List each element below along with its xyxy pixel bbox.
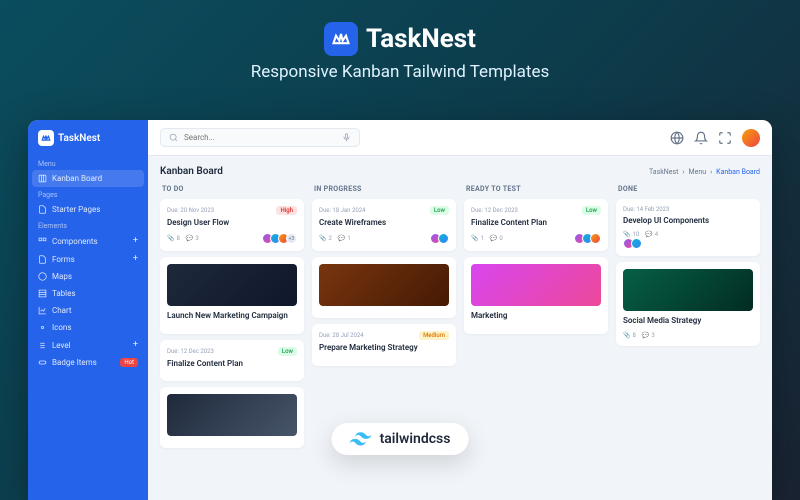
comment-icon: 💬1 — [338, 235, 351, 242]
kanban-card[interactable]: Due: 28 Jul 2024Medium Prepare Marketing… — [312, 324, 456, 365]
column-ready: READY TO TEST Due: 12 Dec 2023Low Finali… — [464, 185, 608, 454]
priority-badge: Low — [582, 206, 601, 215]
kanban-card[interactable]: Due: 12 Dec 2023Low Finalize Content Pla… — [464, 199, 608, 251]
tailwind-icon — [350, 432, 372, 446]
page-header: Kanban Board TaskNest› Menu› Kanban Boar… — [160, 166, 760, 177]
priority-badge: Low — [430, 206, 449, 215]
priority-badge: Medium — [419, 331, 449, 340]
card-image — [623, 269, 753, 311]
globe-icon[interactable] — [670, 131, 684, 145]
kanban-card[interactable]: Due: 14 Feb 2023 Develop UI Components 📎… — [616, 199, 760, 256]
card-image — [167, 394, 297, 436]
sidebar-section-pages: Pages — [28, 187, 148, 201]
search-box[interactable] — [160, 128, 360, 147]
sidebar-item-chart[interactable]: Chart — [28, 302, 148, 319]
comment-icon: 💬0 — [490, 235, 503, 242]
kanban-card[interactable]: Due: 18 Jan 2024Low Create Wireframes 📎2… — [312, 199, 456, 251]
comment-icon: 💬4 — [645, 231, 658, 238]
assignees — [623, 238, 658, 249]
kanban-board: TO DO Due: 20 Nov 2023High Design User F… — [160, 185, 760, 454]
column-todo: TO DO Due: 20 Nov 2023High Design User F… — [160, 185, 304, 454]
card-image — [319, 264, 449, 306]
sidebar: TaskNest Menu Kanban Board Pages Starter… — [28, 120, 148, 500]
attachment-icon: 📎8 — [167, 235, 180, 242]
search-input[interactable] — [184, 133, 336, 142]
sidebar-section-menu: Menu — [28, 156, 148, 170]
column-progress: IN PROGRESS Due: 18 Jan 2024Low Create W… — [312, 185, 456, 454]
card-image — [471, 264, 601, 306]
expand-icon: + — [133, 254, 138, 264]
bell-icon[interactable] — [694, 131, 708, 145]
page-title: Kanban Board — [160, 166, 223, 177]
tailwind-label: tailwindcss — [380, 431, 451, 447]
sidebar-item-maps[interactable]: Maps — [28, 268, 148, 285]
sidebar-item-forms[interactable]: Forms+ — [28, 250, 148, 268]
expand-icon: + — [133, 236, 138, 246]
expand-icon: + — [133, 340, 138, 350]
kanban-card[interactable]: Social Media Strategy 📎8💬3 — [616, 262, 760, 345]
sidebar-logo[interactable]: TaskNest — [28, 130, 148, 156]
kanban-card[interactable]: Launch New Marketing Campaign — [160, 257, 304, 333]
sidebar-item-kanban[interactable]: Kanban Board — [32, 170, 144, 187]
column-header: DONE — [616, 185, 760, 193]
comment-icon: 💬3 — [642, 332, 655, 339]
user-avatar[interactable] — [742, 129, 760, 147]
sidebar-item-tables[interactable]: Tables — [28, 285, 148, 302]
attachment-icon: 📎1 — [471, 235, 484, 242]
hero-subtitle: Responsive Kanban Tailwind Templates — [0, 62, 800, 82]
hero-logo: TaskNest — [324, 22, 476, 56]
kanban-card[interactable]: Due: 12 Dec 2023Low Finalize Content Pla… — [160, 340, 304, 381]
sidebar-item-icons[interactable]: Icons — [28, 319, 148, 336]
hero-title: TaskNest — [366, 24, 476, 54]
topbar — [148, 120, 772, 156]
sidebar-section-elements: Elements — [28, 218, 148, 232]
attachment-icon: 📎8 — [623, 332, 636, 339]
attachment-icon: 📎10 — [623, 231, 639, 238]
crown-icon — [324, 22, 358, 56]
priority-badge: High — [276, 206, 297, 215]
comment-icon: 💬3 — [186, 235, 199, 242]
sidebar-item-starter[interactable]: Starter Pages — [28, 201, 148, 218]
sidebar-item-badge[interactable]: Badge ItemsHot — [28, 354, 148, 371]
column-header: TO DO — [160, 185, 304, 193]
card-image — [167, 264, 297, 306]
kanban-card[interactable]: Due: 20 Nov 2023High Design User Flow 📎8… — [160, 199, 304, 251]
hero-banner: TaskNest Responsive Kanban Tailwind Temp… — [0, 0, 800, 96]
assignees — [574, 233, 601, 244]
sidebar-item-components[interactable]: Components+ — [28, 232, 148, 250]
sidebar-item-level[interactable]: Level+ — [28, 336, 148, 354]
mic-icon[interactable] — [342, 133, 351, 142]
hot-badge: Hot — [120, 358, 138, 367]
column-done: DONE Due: 14 Feb 2023 Develop UI Compone… — [616, 185, 760, 454]
fullscreen-icon[interactable] — [718, 131, 732, 145]
attachment-icon: 📎2 — [319, 235, 332, 242]
column-header: IN PROGRESS — [312, 185, 456, 193]
sidebar-title: TaskNest — [58, 133, 100, 144]
kanban-card[interactable] — [160, 387, 304, 448]
crown-icon — [38, 130, 54, 146]
kanban-card[interactable] — [312, 257, 456, 318]
assignees: +3 — [262, 233, 297, 244]
tailwind-badge: tailwindcss — [332, 423, 469, 455]
priority-badge: Low — [278, 347, 297, 356]
kanban-card[interactable]: Marketing — [464, 257, 608, 333]
column-header: READY TO TEST — [464, 185, 608, 193]
breadcrumb: TaskNest› Menu› Kanban Board — [649, 168, 760, 176]
search-icon — [169, 133, 178, 142]
assignees — [430, 233, 449, 244]
